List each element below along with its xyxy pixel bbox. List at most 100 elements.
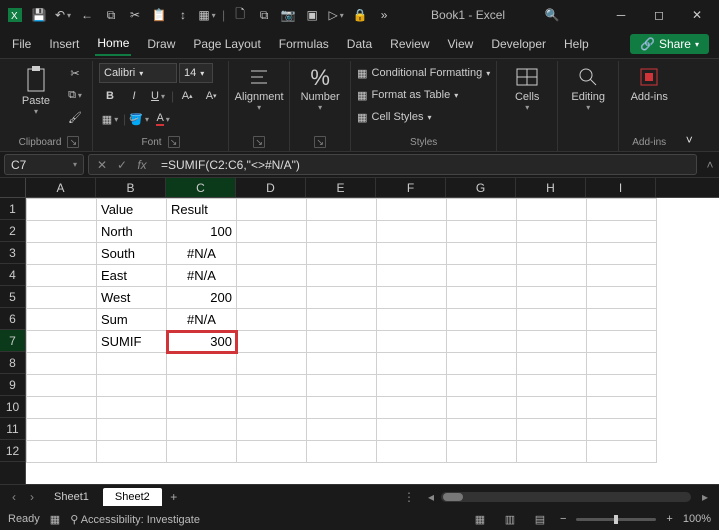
column-header-g[interactable]: G <box>446 178 516 197</box>
column-header-b[interactable]: B <box>96 178 166 197</box>
new-icon[interactable]: 🗋 <box>229 4 251 26</box>
tab-view[interactable]: View <box>446 33 476 55</box>
sheet-nav-prev[interactable]: ‹ <box>6 490 22 504</box>
close-button[interactable]: ✕ <box>679 1 715 29</box>
zoom-level[interactable]: 100% <box>683 513 711 525</box>
horizontal-scrollbar[interactable] <box>441 492 691 502</box>
row-header-8[interactable]: 8 <box>0 352 25 374</box>
minimize-button[interactable]: ─ <box>603 1 639 29</box>
cut-button[interactable]: ✂ <box>64 63 86 83</box>
cell-b6[interactable]: Sum <box>97 309 167 331</box>
hscroll-thumb[interactable] <box>443 493 463 501</box>
column-header-a[interactable]: A <box>26 178 96 197</box>
cell-c3[interactable]: #N/A <box>167 243 237 265</box>
redo-icon[interactable]: ← <box>76 4 98 26</box>
cell-b3[interactable]: South <box>97 243 167 265</box>
row-header-5[interactable]: 5 <box>0 286 25 308</box>
cell-b4[interactable]: East <box>97 265 167 287</box>
alignment-launcher[interactable]: ↘ <box>253 136 265 148</box>
underline-button[interactable]: U <box>147 86 169 106</box>
lock-icon[interactable]: 🔒 <box>349 4 371 26</box>
cell-b2[interactable]: North <box>97 221 167 243</box>
fill-color-button[interactable]: 🪣 <box>128 109 150 129</box>
addins-button[interactable]: Add-ins <box>625 63 673 103</box>
font-size-select[interactable]: 14▾ <box>179 63 213 83</box>
undo-icon[interactable]: ↶ <box>52 4 74 26</box>
formula-input[interactable]: =SUMIF(C2:C6,"<>#N/A") <box>155 154 697 175</box>
screenshot-icon[interactable]: ▣ <box>301 4 323 26</box>
zoom-in-button[interactable]: + <box>666 513 672 525</box>
copy-button[interactable]: ⧉ <box>64 85 86 105</box>
accessibility-status[interactable]: ⚲ Accessibility: Investigate <box>70 513 200 526</box>
select-all-corner[interactable] <box>0 178 26 198</box>
format-painter-button[interactable]: 🖌 <box>64 107 86 127</box>
editing-button[interactable]: Editing ▾ <box>564 63 612 112</box>
tab-file[interactable]: File <box>10 33 33 55</box>
tab-page-layout[interactable]: Page Layout <box>191 33 262 55</box>
bold-button[interactable]: B <box>99 86 121 106</box>
run-icon[interactable]: ▷ <box>325 4 347 26</box>
row-header-11[interactable]: 11 <box>0 418 25 440</box>
paste-button[interactable]: Paste ▾ <box>12 63 60 116</box>
column-header-h[interactable]: H <box>516 178 586 197</box>
column-header-e[interactable]: E <box>306 178 376 197</box>
cell-c6[interactable]: #N/A <box>167 309 237 331</box>
cells-area[interactable]: ValueResult North100 South#N/A East#N/A … <box>26 198 719 484</box>
row-header-7[interactable]: 7 <box>0 330 25 352</box>
sheet-tab-2[interactable]: Sheet2 <box>103 488 162 506</box>
cell-c5[interactable]: 200 <box>167 287 237 309</box>
alignment-button[interactable]: Alignment ▾ <box>235 63 283 112</box>
row-header-1[interactable]: 1 <box>0 198 25 220</box>
share-button[interactable]: 🔗Share▾ <box>630 34 709 54</box>
maximize-button[interactable]: ◻ <box>641 1 677 29</box>
cell-b1[interactable]: Value <box>97 199 167 221</box>
paste-small-icon[interactable]: 📋 <box>148 4 170 26</box>
conditional-formatting-button[interactable]: ▦Conditional Formatting▾ <box>357 63 490 83</box>
ribbon-collapse-icon[interactable]: ˅ <box>679 61 699 151</box>
form-icon[interactable]: ▦ <box>196 4 218 26</box>
borders-button[interactable]: ▦ <box>99 109 121 129</box>
save-icon[interactable]: 💾 <box>28 4 50 26</box>
macro-icon[interactable]: ▦ <box>50 513 60 526</box>
zoom-out-button[interactable]: − <box>560 513 566 525</box>
copy2-icon[interactable]: ⧉ <box>253 4 275 26</box>
tab-review[interactable]: Review <box>388 33 431 55</box>
font-name-select[interactable]: Calibri▾ <box>99 63 177 83</box>
expand-formula-bar-icon[interactable]: ˄ <box>701 152 719 177</box>
cell-c4[interactable]: #N/A <box>167 265 237 287</box>
copy-icon[interactable]: ⧉ <box>100 4 122 26</box>
zoom-thumb[interactable] <box>614 515 618 524</box>
cut-icon[interactable]: ✂ <box>124 4 146 26</box>
column-header-f[interactable]: F <box>376 178 446 197</box>
tab-formulas[interactable]: Formulas <box>277 33 331 55</box>
font-launcher[interactable]: ↘ <box>168 136 180 148</box>
sort-icon[interactable]: ↕ <box>172 4 194 26</box>
tab-insert[interactable]: Insert <box>47 33 81 55</box>
column-header-d[interactable]: D <box>236 178 306 197</box>
qat-overflow-icon[interactable]: » <box>373 4 395 26</box>
tab-home[interactable]: Home <box>95 32 131 56</box>
number-launcher[interactable]: ↘ <box>314 136 326 148</box>
column-header-i[interactable]: I <box>586 178 656 197</box>
row-header-9[interactable]: 9 <box>0 374 25 396</box>
number-button[interactable]: % Number ▾ <box>296 63 344 112</box>
camera-icon[interactable]: 📷 <box>277 4 299 26</box>
cell-c2[interactable]: 100 <box>167 221 237 243</box>
tab-developer[interactable]: Developer <box>489 33 548 55</box>
increase-font-button[interactable]: A▴ <box>176 86 198 106</box>
cell-c7[interactable]: 300 <box>167 331 237 353</box>
hscroll-right[interactable]: ▸ <box>697 490 713 504</box>
cell-b7[interactable]: SUMIF <box>97 331 167 353</box>
cell-b5[interactable]: West <box>97 287 167 309</box>
hscroll-left[interactable]: ◂ <box>423 490 439 504</box>
row-header-6[interactable]: 6 <box>0 308 25 330</box>
tab-draw[interactable]: Draw <box>145 33 177 55</box>
row-header-12[interactable]: 12 <box>0 440 25 462</box>
search-icon[interactable]: 🔍 <box>541 4 563 26</box>
column-header-c[interactable]: C <box>166 178 236 197</box>
zoom-slider[interactable] <box>576 518 656 521</box>
cells-button[interactable]: Cells ▾ <box>503 63 551 112</box>
name-box[interactable]: C7▾ <box>4 154 84 175</box>
sheet-nav-next[interactable]: › <box>24 490 40 504</box>
row-header-3[interactable]: 3 <box>0 242 25 264</box>
